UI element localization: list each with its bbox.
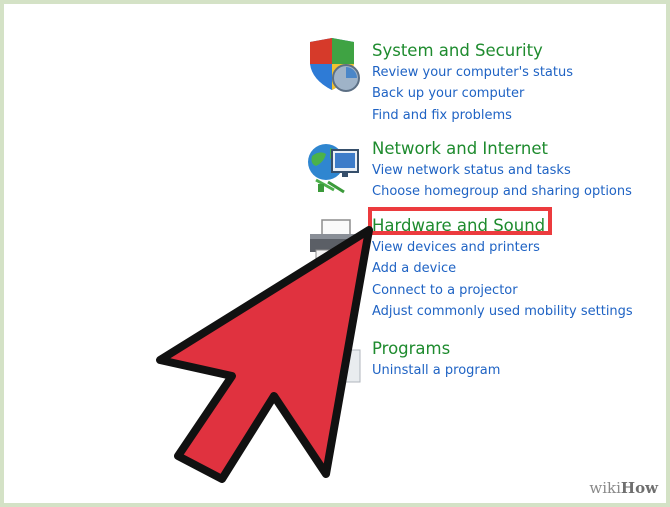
pointer-arrow-icon [156, 226, 373, 483]
watermark-wiki: wiki [589, 479, 621, 497]
watermark-how: How [620, 479, 658, 497]
control-panel: System and Security Review your computer… [4, 4, 666, 503]
wikihow-watermark: wikiHow [589, 479, 658, 497]
